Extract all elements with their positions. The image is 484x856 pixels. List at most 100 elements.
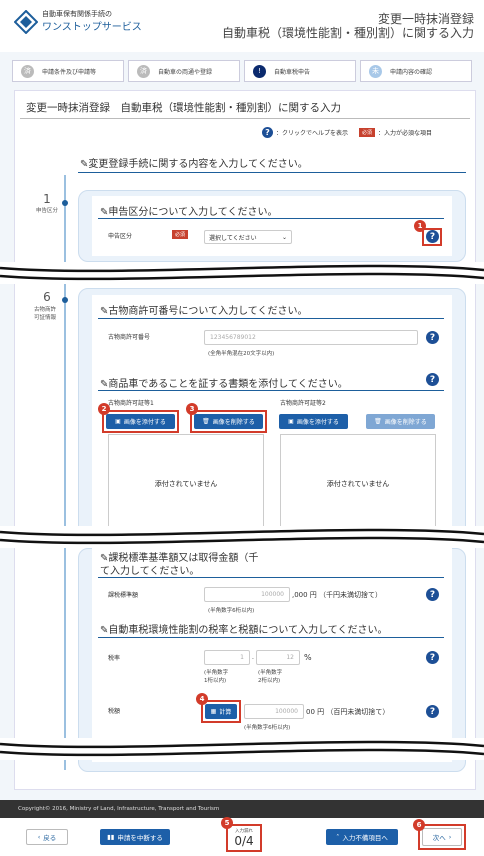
wave-divider xyxy=(0,262,484,284)
field-note: (半角数字 xyxy=(258,670,283,676)
logo-icon xyxy=(14,10,38,34)
field-label: 課税標準額 xyxy=(108,592,139,599)
field-note: (半角数字 xyxy=(204,670,229,676)
button-label: 入力不備項目へ xyxy=(342,834,388,842)
button-label: 画像を添付する xyxy=(296,419,339,426)
tax-amount-input[interactable]: 100000 xyxy=(244,704,304,719)
chevron-right-icon: › xyxy=(448,833,452,841)
go-to-errors-button[interactable]: ˄ 入力不備項目へ xyxy=(326,829,398,845)
button-label: 戻る xyxy=(43,834,57,842)
field-note: (半角数字6桁以内) xyxy=(208,608,255,614)
attach-image-button-1[interactable]: ▣ 画像を添付する xyxy=(106,414,175,429)
cert1-label: 古物商許可証等1 xyxy=(108,400,154,407)
input-placeholder: 1 xyxy=(240,654,244,661)
input-placeholder: 100000 xyxy=(261,591,284,598)
check-icon: 済 xyxy=(137,64,150,78)
next-button[interactable]: 次へ › xyxy=(422,828,462,846)
help-icon: ? xyxy=(262,127,273,138)
marker-badge: 4 xyxy=(196,693,208,705)
section-heading-text: 申告区分について入力してください。 xyxy=(108,207,278,218)
header-subtitle: 自動車税（環境性能割・種別割）に関する入力 xyxy=(221,26,474,40)
progress-counter: 入力漏れ 0/4 xyxy=(226,824,262,852)
field-label: 税率 xyxy=(108,655,121,662)
rate-integer-input[interactable]: 1 xyxy=(204,650,250,665)
section-banner: ✎変更登録手続に関する内容を入力してください。 xyxy=(80,159,308,170)
field-suffix: ,000 円 （千円未満切捨て） xyxy=(292,591,383,599)
input-placeholder: 123456789012 xyxy=(210,334,256,341)
divider xyxy=(20,118,470,119)
calculate-button[interactable]: ▦ 計算 xyxy=(205,704,237,719)
help-icon[interactable]: ? xyxy=(426,651,439,664)
cert2-label: 古物商許可証等2 xyxy=(280,400,326,407)
rate-separator: . xyxy=(252,654,254,661)
button-label: 画像を削除する xyxy=(212,419,255,426)
page-title: 変更一時抹消登録 自動車税（環境性能割・種別割）に関する入力 xyxy=(26,102,341,114)
chevron-up-icon: ˄ xyxy=(336,833,340,841)
check-icon: 済 xyxy=(21,64,34,78)
marker-badge: 6 xyxy=(413,819,425,831)
section-label: 可証情報 xyxy=(33,315,56,321)
marker-badge: 3 xyxy=(186,403,198,415)
delete-image-button-2[interactable]: 🗑 画像を削除する xyxy=(366,414,435,429)
pause-icon: ▮▮ xyxy=(107,833,115,841)
exclamation-icon: ! xyxy=(253,64,266,78)
empty-text: 添付されていません xyxy=(326,480,390,488)
timeline-line xyxy=(64,548,66,770)
divider xyxy=(98,577,444,578)
help-icon[interactable]: ? xyxy=(426,588,439,601)
attach-image-button-2[interactable]: ▣ 画像を添付する xyxy=(279,414,348,429)
chevron-down-icon: ⌄ xyxy=(281,233,287,241)
step-label: 自動車税申告 xyxy=(274,68,311,76)
divider xyxy=(78,172,466,173)
declaration-type-select[interactable]: 選択してください ⌄ xyxy=(204,230,292,244)
field-suffix: 00 円 （百円未満切捨て） xyxy=(306,708,390,716)
section-label: 古物商許 xyxy=(33,307,56,313)
divider xyxy=(98,390,444,391)
image-preview-1: 添付されていません xyxy=(108,434,264,534)
step-1: 済 申請条件及び申請等 xyxy=(12,60,124,82)
delete-image-button-1[interactable]: 🗑 画像を削除する xyxy=(194,414,263,429)
progress-value: 0/4 xyxy=(234,834,254,848)
trash-icon: 🗑 xyxy=(374,418,382,425)
section-number: 1 xyxy=(43,192,51,206)
help-icon[interactable]: ? xyxy=(426,230,439,243)
suspend-button[interactable]: ▮▮ 申請を中断する xyxy=(100,829,170,845)
help-icon[interactable]: ? xyxy=(426,373,439,386)
rate-unit: % xyxy=(304,653,312,662)
chevron-left-icon: ‹ xyxy=(37,833,41,841)
rate-decimal-input[interactable]: 12 xyxy=(256,650,300,665)
button-label: 次へ xyxy=(432,834,446,842)
step-label: 申請条件及び申請等 xyxy=(42,68,97,76)
timeline-dot xyxy=(62,200,68,206)
section-heading: ✎古物商許可番号について入力してください。 xyxy=(100,306,308,317)
step-2: 済 自動車の両通や登録 xyxy=(128,60,240,82)
section-number: 6 xyxy=(43,290,51,304)
wave-divider xyxy=(0,526,484,548)
field-label: 税額 xyxy=(108,708,121,715)
button-label: 計算 xyxy=(219,709,232,716)
image-icon: ▣ xyxy=(115,418,121,425)
button-label: 画像を添付する xyxy=(123,419,166,426)
back-button[interactable]: ‹ 戻る xyxy=(26,829,68,845)
trash-icon: 🗑 xyxy=(202,418,210,425)
section-heading-cont: て入力してください。 xyxy=(100,566,200,577)
input-placeholder: 100000 xyxy=(275,708,298,715)
tax-base-input[interactable]: 100000 xyxy=(204,587,290,602)
help-legend-text: ：クリックでヘルプを表示 xyxy=(276,130,349,137)
section-heading: ✎商品車であることを証する書類を添付してください。 xyxy=(100,379,348,390)
select-value: 選択してください xyxy=(209,234,257,242)
help-legend: ? ：クリックでヘルプを表示 必須 ：入力が必須な項目 xyxy=(262,127,432,138)
license-number-input[interactable]: 123456789012 xyxy=(204,330,418,345)
step-4: 未 申請内容の確認 xyxy=(360,60,472,82)
divider xyxy=(98,637,444,638)
help-icon[interactable]: ? xyxy=(426,331,439,344)
marker-badge: 5 xyxy=(221,817,233,829)
step-label: 自動車の両通や登録 xyxy=(158,68,213,76)
help-icon[interactable]: ? xyxy=(426,705,439,718)
section-heading: ✎申告区分について入力してください。 xyxy=(100,207,278,218)
pending-icon: 未 xyxy=(369,64,382,78)
timeline-line xyxy=(64,175,66,270)
copyright: Copyright© 2016, Ministry of Land, Infra… xyxy=(0,800,484,818)
field-note: (半角数字6桁以内) xyxy=(244,725,291,731)
divider xyxy=(98,318,444,319)
